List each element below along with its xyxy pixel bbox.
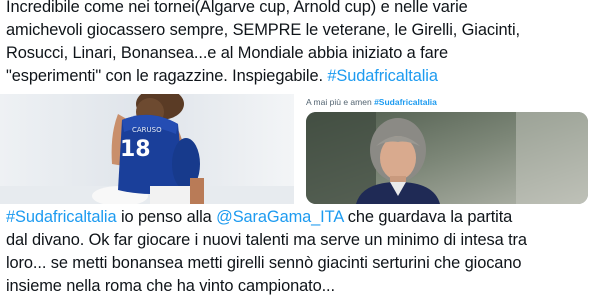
hashtag-link[interactable]: #Sudafricaltalia <box>374 97 437 107</box>
coach-photo[interactable] <box>306 112 588 204</box>
tweet-line-text: che guardava la partita <box>347 208 513 226</box>
tweet-line: #Sudafricaltalia io penso alla @SaraGama… <box>6 206 596 229</box>
jersey-name: CARUSO <box>132 126 162 134</box>
tweet-line: Rosucci, Linari, Bonansea...e al Mondial… <box>6 44 448 62</box>
tweet-text-top: Incredibile come nei tornei(Algarve cup,… <box>6 0 596 88</box>
quoted-tweet[interactable]: A mai più e amen #Sudafricaltalia <box>296 94 600 206</box>
player-photo[interactable]: CARUSO 18 <box>0 94 294 204</box>
tweet-line: insieme nella roma che ha vinto campiona… <box>6 277 335 295</box>
tweet-line: dal divano. Ok far giocare i nuovi talen… <box>6 231 527 249</box>
coach-photo-illustration <box>306 112 588 204</box>
tweet-text-bottom: #Sudafricaltalia io penso alla @SaraGama… <box>6 206 596 298</box>
tweet-line: Incredibile come nei tornei(Algarve cup,… <box>6 0 468 16</box>
mention-link[interactable]: @SaraGama_ITA <box>216 208 343 226</box>
quoted-tweet-caption: A mai più e amen #Sudafricaltalia <box>306 97 437 107</box>
tweet-line-text: "esperimenti" con le ragazzine. Inspiega… <box>6 67 323 85</box>
jersey-number: 18 <box>120 137 151 162</box>
tweet-line: "esperimenti" con le ragazzine. Inspiega… <box>6 65 596 88</box>
hashtag-link[interactable]: #Sudafricaltalia <box>327 67 438 85</box>
tweet-line-text: io penso alla <box>120 208 212 226</box>
player-photo-illustration: CARUSO 18 <box>0 94 294 204</box>
quoted-tweet-text: A mai più e amen <box>306 97 372 107</box>
tweet-line: loro... se metti bonansea metti girelli … <box>6 254 522 272</box>
hashtag-link[interactable]: #Sudafricaltalia <box>6 208 117 226</box>
tweet-line: amichevoli giocassero sempre, SEMPRE le … <box>6 21 520 39</box>
